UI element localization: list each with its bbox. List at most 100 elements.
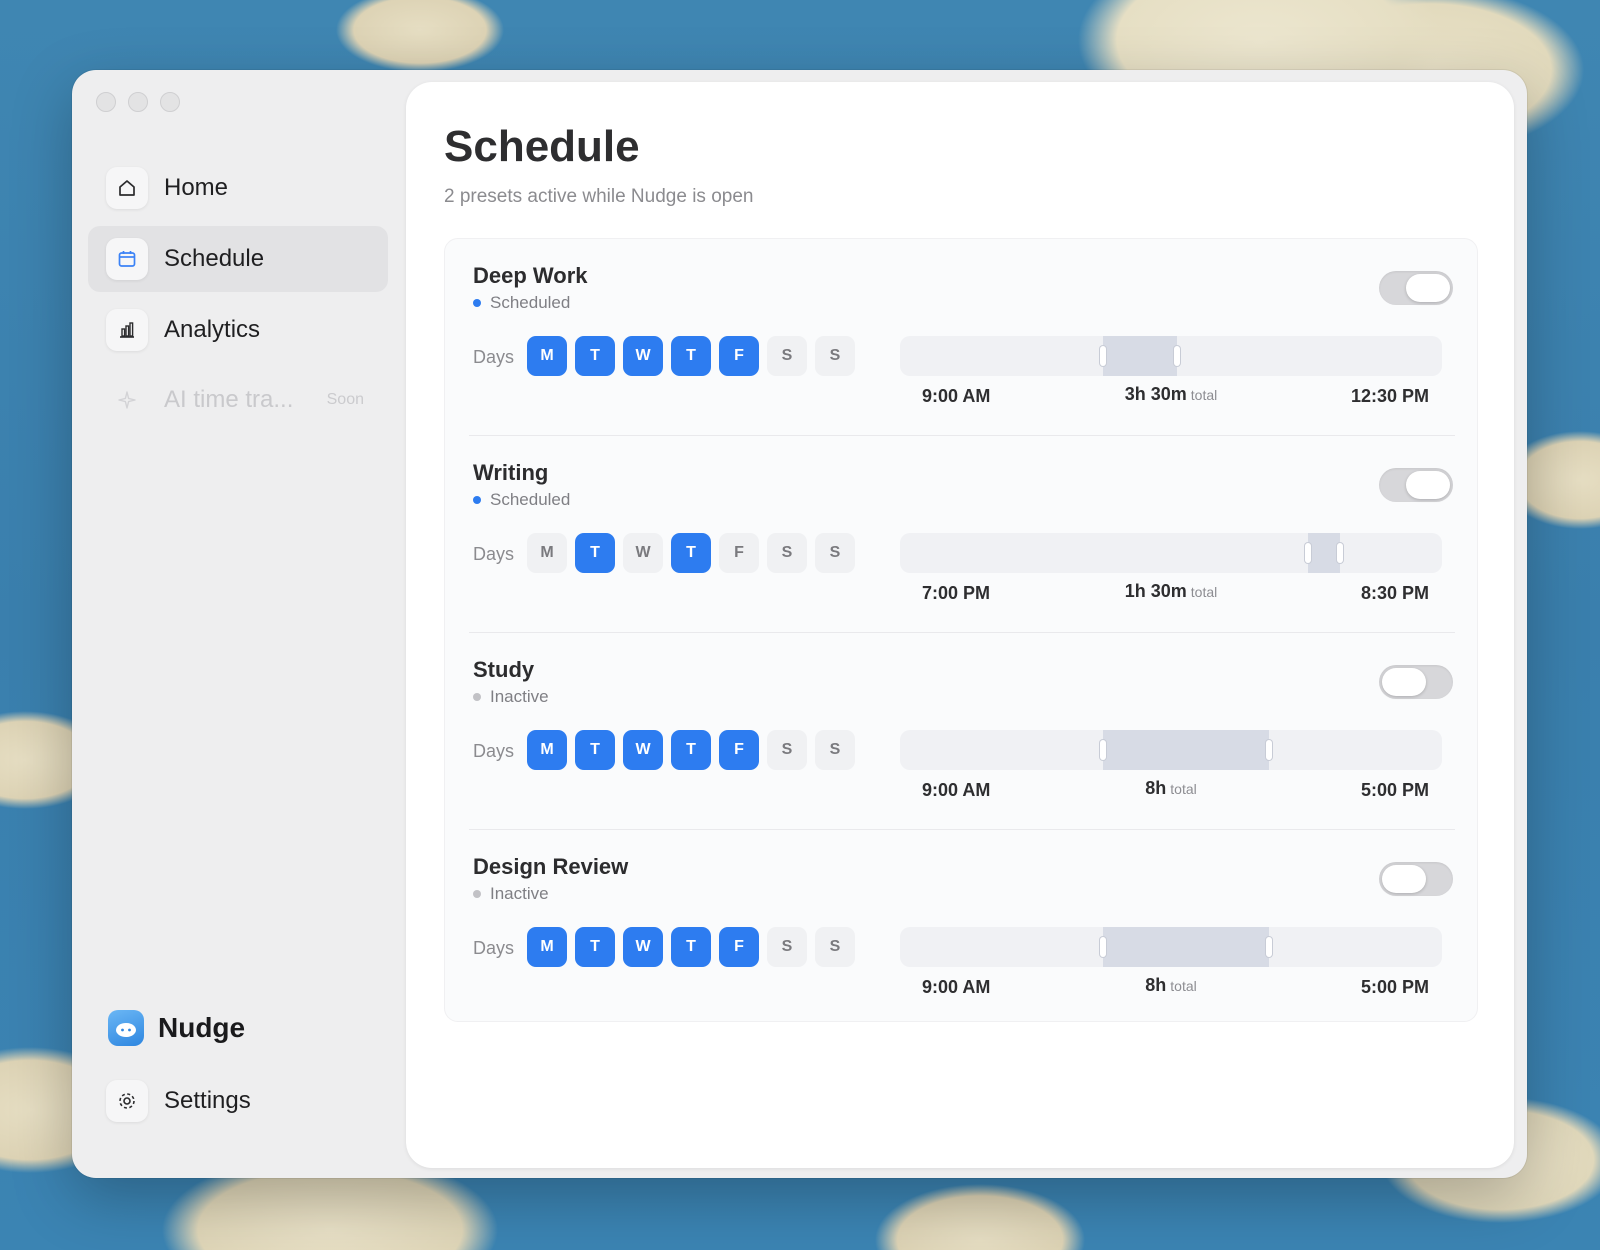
day-wednesday[interactable]: W — [623, 533, 663, 573]
status-label: Scheduled — [490, 490, 571, 509]
sparkle-icon — [106, 379, 148, 421]
brand-name: Nudge — [158, 1012, 246, 1043]
time-range-fill[interactable] — [1305, 533, 1343, 573]
day-wednesday[interactable]: W — [623, 730, 663, 770]
duration-suffix: total — [1170, 978, 1197, 994]
preset-status: Inactive — [473, 687, 549, 707]
day-saturday[interactable]: S — [767, 730, 807, 770]
end-time: 5:00 PM — [1360, 780, 1429, 800]
day-thursday[interactable]: T — [671, 533, 711, 573]
status-dot — [473, 496, 481, 504]
day-wednesday[interactable]: W — [623, 927, 663, 967]
day-picker: M T W T F S S — [527, 730, 855, 770]
day-tuesday[interactable]: T — [575, 336, 615, 376]
sidebar-item-home[interactable]: Home — [88, 155, 388, 221]
range-start-handle[interactable] — [1305, 543, 1311, 563]
sidebar-item-label: Settings — [164, 1087, 251, 1114]
app-brand: Nudge — [108, 1010, 245, 1046]
day-monday[interactable]: M — [527, 927, 567, 967]
range-end-handle[interactable] — [1174, 346, 1180, 366]
day-sunday[interactable]: S — [815, 927, 855, 967]
preset-row: Study Inactive Days M T W T F S S 9:00 A… — [445, 633, 1479, 830]
day-thursday[interactable]: T — [671, 336, 711, 376]
sidebar-item-schedule[interactable]: Schedule — [88, 226, 388, 292]
preset-status: Scheduled — [473, 293, 570, 313]
duration-value: 3h 30m — [1124, 384, 1187, 404]
calendar-icon — [106, 238, 148, 280]
zoom-window-button[interactable] — [160, 92, 180, 112]
time-range-track[interactable] — [900, 730, 1442, 770]
main-panel: Schedule 2 presets active while Nudge is… — [406, 82, 1514, 1168]
time-range-fill[interactable] — [1100, 730, 1272, 770]
day-tuesday[interactable]: T — [575, 730, 615, 770]
day-thursday[interactable]: T — [671, 730, 711, 770]
duration-suffix: total — [1170, 781, 1197, 797]
sidebar-item-label: AI time tra... — [164, 386, 294, 413]
soon-badge: Soon — [326, 391, 364, 408]
day-saturday[interactable]: S — [767, 336, 807, 376]
day-friday[interactable]: F — [719, 730, 759, 770]
preset-status: Scheduled — [473, 490, 570, 510]
preset-name: Writing — [473, 460, 549, 485]
bar-chart-icon — [106, 309, 148, 351]
day-thursday[interactable]: T — [671, 927, 711, 967]
day-sunday[interactable]: S — [815, 336, 855, 376]
duration-value: 1h 30m — [1124, 581, 1187, 601]
end-time: 12:30 PM — [1350, 386, 1429, 406]
preset-name: Study — [473, 657, 535, 682]
gear-icon — [106, 1080, 148, 1122]
time-range-fill[interactable] — [1100, 336, 1180, 376]
range-start-handle[interactable] — [1100, 346, 1106, 366]
day-monday[interactable]: M — [527, 336, 567, 376]
day-saturday[interactable]: S — [767, 533, 807, 573]
preset-name: Design Review — [473, 854, 629, 879]
close-window-button[interactable] — [96, 92, 116, 112]
time-range-track[interactable] — [900, 927, 1442, 967]
preset-row: Deep Work Scheduled Days M T W T F S S 9… — [445, 239, 1479, 436]
time-range-track[interactable] — [900, 336, 1442, 376]
day-monday[interactable]: M — [527, 730, 567, 770]
day-wednesday[interactable]: W — [623, 336, 663, 376]
range-start-handle[interactable] — [1100, 937, 1106, 957]
preset-toggle[interactable] — [1379, 862, 1453, 896]
sidebar-item-settings[interactable]: Settings — [88, 1068, 388, 1134]
sidebar-item-label: Home — [164, 174, 229, 201]
time-range-track[interactable] — [900, 533, 1442, 573]
window-controls — [96, 92, 180, 112]
preset-toggle[interactable] — [1379, 468, 1453, 502]
day-friday[interactable]: F — [719, 336, 759, 376]
cloud-logo-icon — [108, 1010, 144, 1046]
toggle-knob — [1406, 274, 1450, 302]
end-time: 5:00 PM — [1360, 977, 1429, 997]
status-label: Scheduled — [490, 293, 571, 312]
status-dot — [473, 890, 481, 898]
preset-row: Writing Scheduled Days M T W T F S S 7:0… — [445, 436, 1479, 633]
day-friday[interactable]: F — [719, 927, 759, 967]
day-tuesday[interactable]: T — [575, 533, 615, 573]
day-saturday[interactable]: S — [767, 927, 807, 967]
day-sunday[interactable]: S — [815, 533, 855, 573]
preset-toggle[interactable] — [1379, 665, 1453, 699]
range-end-handle[interactable] — [1337, 543, 1343, 563]
duration-value: 8h — [1145, 975, 1167, 995]
toggle-knob — [1382, 668, 1426, 696]
days-label: Days — [473, 347, 515, 367]
status-label: Inactive — [490, 884, 549, 903]
day-sunday[interactable]: S — [815, 730, 855, 770]
day-monday[interactable]: M — [527, 533, 567, 573]
time-range-fill[interactable] — [1100, 927, 1272, 967]
range-end-handle[interactable] — [1266, 740, 1272, 760]
preset-toggle[interactable] — [1379, 271, 1453, 305]
day-friday[interactable]: F — [719, 533, 759, 573]
range-end-handle[interactable] — [1266, 937, 1272, 957]
sidebar-item-analytics[interactable]: Analytics — [88, 297, 388, 363]
minimize-window-button[interactable] — [128, 92, 148, 112]
day-tuesday[interactable]: T — [575, 927, 615, 967]
sidebar-item-label: Analytics — [164, 316, 261, 343]
range-start-handle[interactable] — [1100, 740, 1106, 760]
house-icon — [106, 167, 148, 209]
toggle-knob — [1382, 865, 1426, 893]
day-picker: M T W T F S S — [527, 336, 855, 376]
duration-value: 8h — [1145, 778, 1167, 798]
status-dot — [473, 693, 481, 701]
